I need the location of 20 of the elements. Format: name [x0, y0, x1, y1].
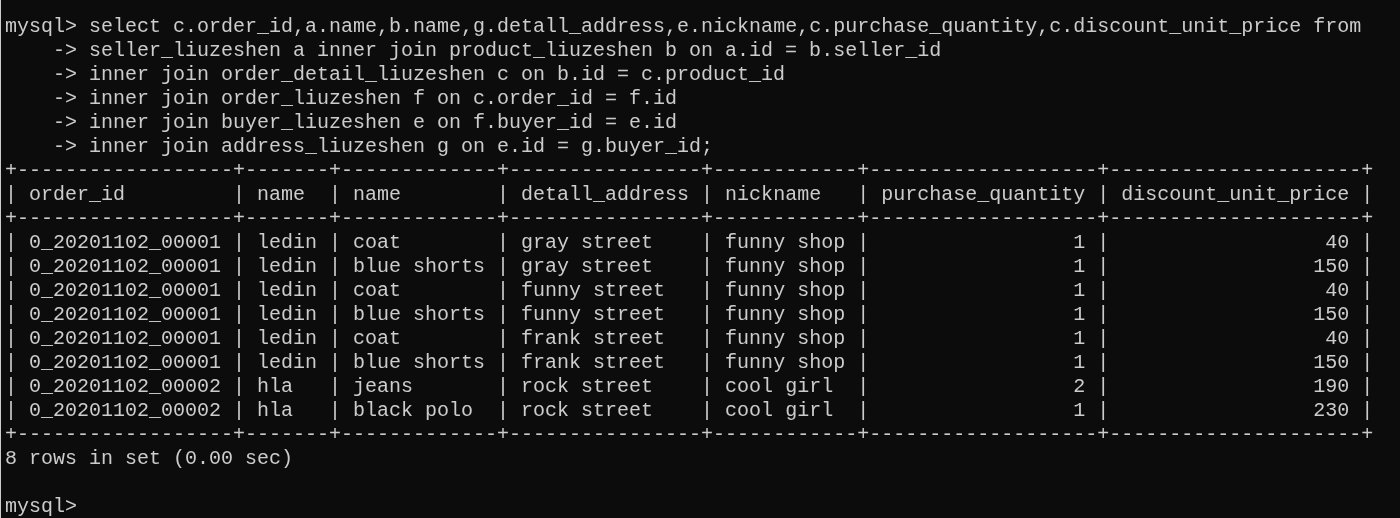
table-row: | 0_20201102_00002 | hla | jeans | rock street | cool girl | 2 | 190 | [5, 375, 1374, 399]
table-border: +------------------+-------+-------------+----------------+------------+-------------------+---------------------+ [5, 159, 1374, 183]
table-row: | 0_20201102_00001 | ledin | blue shorts | gray street | funny shop | 1 | 150 | [5, 255, 1374, 279]
table-header: | order_id | name | name | detall_address | nickname | purchase_quantity | discount_unit_price | [5, 183, 1374, 207]
prompt: mysql> [5, 495, 77, 518]
table-row: | 0_20201102_00001 | ledin | coat | funny street | funny shop | 1 | 40 | [5, 279, 1374, 303]
command-line: -> inner join buyer_liuzeshen e on f.buyer_id = e.id [53, 111, 678, 135]
table-row: | 0_20201102_00001 | ledin | blue shorts | funny street | funny shop | 1 | 150 | [5, 303, 1374, 327]
table-row: | 0_20201102_00001 | ledin | blue shorts | frank street | funny shop | 1 | 150 | [5, 351, 1374, 375]
table-row: | 0_20201102_00001 | ledin | coat | gray street | funny shop | 1 | 40 | [5, 231, 1374, 255]
command-line: -> inner join order_liuzeshen f on c.order_id = f.id [53, 87, 678, 111]
command-line: -> inner join order_detail_liuzeshen c on b.id = c.product_id [53, 63, 786, 87]
command-line: mysql> select c.order_id,a.name,b.name,g.detall_address,e.nickname,c.purchase_quantity,c.discount_unit_price from [5, 15, 1362, 39]
table-border: +------------------+-------+-------------+----------------+------------+-------------------+---------------------+ [5, 423, 1374, 447]
table-row: | 0_20201102_00002 | hla | black polo | rock street | cool girl | 1 | 230 | [5, 399, 1374, 423]
command-line: -> seller_liuzeshen a inner join product_liuzeshen b on a.id = b.seller_id [53, 39, 942, 63]
command-line: -> inner join address_liuzeshen g on e.id = g.buyer_id; [53, 135, 714, 159]
result-summary: 8 rows in set (0.00 sec) [5, 447, 294, 471]
table-row: | 0_20201102_00001 | ledin | coat | frank street | funny shop | 1 | 40 | [5, 327, 1374, 351]
table-border: +------------------+-------+-------------+----------------+------------+-------------------+---------------------+ [5, 207, 1374, 231]
